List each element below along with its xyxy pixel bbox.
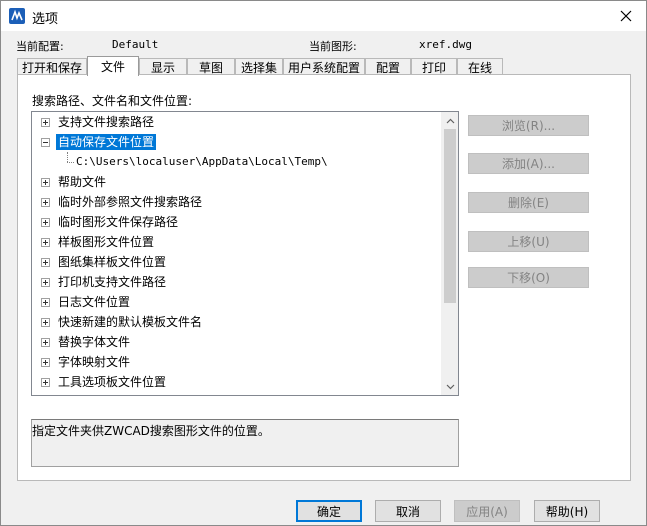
tab-user-preferences[interactable]: 用户系统配置 (283, 58, 365, 75)
tab-display[interactable]: 显示 (139, 58, 187, 75)
delete-button[interactable]: 删除(E) (468, 192, 589, 213)
expand-icon[interactable] (41, 118, 50, 127)
tree-item[interactable]: 日志文件位置 (32, 292, 442, 312)
tree-item-label: 工具选项板文件位置 (58, 375, 167, 389)
tree-item-label: 替换字体文件 (58, 335, 131, 349)
tab-files[interactable]: 文件 (87, 56, 139, 76)
expand-icon[interactable] (41, 358, 50, 367)
tree-item-label: 快速新建的默认模板文件名 (58, 315, 203, 329)
expand-icon[interactable] (41, 378, 50, 387)
tree-connector (67, 152, 68, 162)
tree-item[interactable]: 样板图形文件位置 (32, 232, 442, 252)
tab-profiles[interactable]: 配置 (365, 58, 411, 75)
tree-item-label: 打印机支持文件路径 (58, 275, 167, 289)
expand-icon[interactable] (41, 278, 50, 287)
chevron-up-icon (446, 118, 455, 123)
tree-item-label: 帮助文件 (58, 175, 107, 189)
tab-online[interactable]: 在线 (457, 58, 503, 75)
scroll-up-button[interactable] (442, 112, 458, 129)
tree-item-label: 字体映射文件 (58, 355, 131, 369)
window-title: 选项 (32, 12, 59, 27)
tree-item-label: 样板图形文件位置 (58, 235, 155, 249)
tree-item-label: 支持文件搜索路径 (58, 115, 155, 129)
options-dialog: 选项 当前配置: Default 当前图形: xref.dwg 打开和保存 文件… (0, 0, 647, 526)
tree-item-label: 自动保存文件位置 (56, 134, 157, 150)
expand-icon[interactable] (41, 298, 50, 307)
tree-item[interactable]: 打印机支持文件路径 (32, 272, 442, 292)
expand-icon[interactable] (41, 318, 50, 327)
expand-icon[interactable] (41, 198, 50, 207)
expand-icon[interactable] (41, 178, 50, 187)
tree-item[interactable]: 替换字体文件 (32, 332, 442, 352)
tree-item[interactable]: 图纸集样板文件位置 (32, 252, 442, 272)
tree-item-label: 图纸集样板文件位置 (58, 255, 167, 269)
close-icon (620, 10, 632, 22)
close-button[interactable] (606, 1, 646, 31)
tree-scrollbar[interactable] (441, 112, 458, 395)
app-icon (9, 8, 25, 24)
expand-icon[interactable] (41, 258, 50, 267)
tree-item[interactable]: 支持文件搜索路径 (32, 112, 442, 132)
tree-item[interactable]: 工具选项板文件位置 (32, 372, 442, 392)
description-box: 指定文件夹供ZWCAD搜索图形文件的位置。 (31, 419, 459, 467)
ok-button[interactable]: 确定 (296, 500, 362, 522)
section-label: 搜索路径、文件名和文件位置: (32, 94, 193, 108)
help-button[interactable]: 帮助(H) (534, 500, 600, 522)
title-bar[interactable]: 选项 (1, 1, 646, 31)
chevron-down-icon (446, 384, 455, 389)
tree-item-selected[interactable]: 自动保存文件位置 (32, 132, 442, 152)
description-text: 指定文件夹供ZWCAD搜索图形文件的位置。 (32, 424, 270, 438)
current-profile-label: 当前配置: (16, 40, 64, 53)
browse-button[interactable]: 浏览(R)... (468, 115, 589, 136)
expand-icon[interactable] (41, 218, 50, 227)
file-tree[interactable]: 支持文件搜索路径 自动保存文件位置 C:\Users\localuser\App… (31, 111, 459, 396)
expand-icon[interactable] (41, 338, 50, 347)
current-drawing-label: 当前图形: (309, 40, 357, 53)
move-up-button[interactable]: 上移(U) (468, 231, 589, 252)
apply-button[interactable]: 应用(A) (454, 500, 520, 522)
files-tab-panel: 搜索路径、文件名和文件位置: 支持文件搜索路径 自动保存文件位置 C:\User… (17, 74, 631, 481)
current-drawing-value: xref.dwg (419, 38, 472, 51)
expand-icon[interactable] (41, 238, 50, 247)
tree-item-label: 临时图形文件保存路径 (58, 215, 179, 229)
cancel-button[interactable]: 取消 (375, 500, 441, 522)
scroll-down-button[interactable] (442, 378, 458, 395)
tab-selection[interactable]: 选择集 (235, 58, 283, 75)
tree-item-label: 日志文件位置 (58, 295, 131, 309)
tab-drafting[interactable]: 草图 (187, 58, 235, 75)
move-down-button[interactable]: 下移(O) (468, 267, 589, 288)
tree-item[interactable]: 临时图形文件保存路径 (32, 212, 442, 232)
tree-item-label: 临时外部参照文件搜索路径 (58, 195, 203, 209)
tree-item[interactable]: 快速新建的默认模板文件名 (32, 312, 442, 332)
add-button[interactable]: 添加(A)... (468, 153, 589, 174)
current-profile-value: Default (112, 38, 159, 51)
tree-connector (67, 162, 74, 163)
tab-plot[interactable]: 打印 (411, 58, 457, 75)
tree-child-item[interactable]: C:\Users\localuser\AppData\Local\Temp\ (32, 152, 442, 172)
tree-child-path: C:\Users\localuser\AppData\Local\Temp\ (76, 155, 328, 168)
tree-item[interactable]: 字体映射文件 (32, 352, 442, 372)
collapse-icon[interactable] (41, 138, 50, 147)
tree-item[interactable]: 帮助文件 (32, 172, 442, 192)
tab-open-save[interactable]: 打开和保存 (17, 58, 87, 75)
scroll-thumb[interactable] (444, 129, 456, 303)
tree-item[interactable]: 临时外部参照文件搜索路径 (32, 192, 442, 212)
